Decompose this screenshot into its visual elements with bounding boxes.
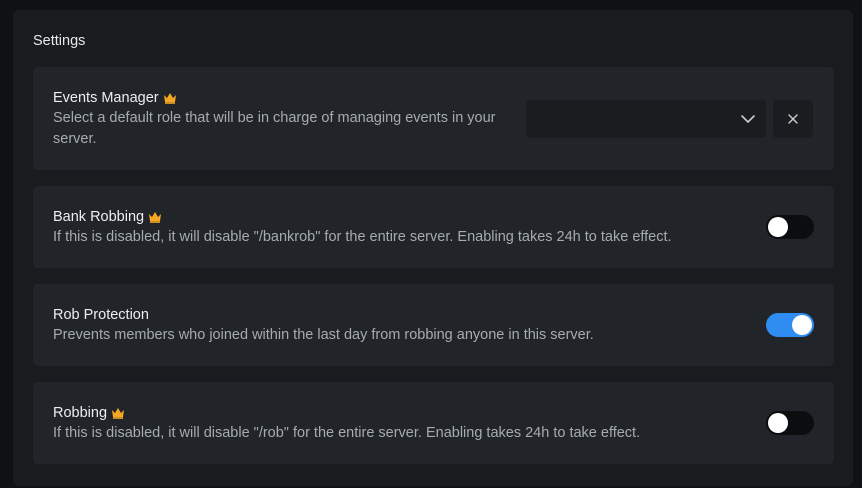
toggle-knob bbox=[768, 413, 788, 433]
setting-card-rob-protection: Rob Protection Prevents members who join… bbox=[33, 284, 834, 366]
chevron-down-icon bbox=[741, 115, 755, 123]
crown-icon bbox=[163, 93, 176, 104]
toggle-knob bbox=[768, 217, 788, 237]
rob-protection-toggle[interactable] bbox=[766, 313, 814, 337]
setting-description-rob-protection: Prevents members who joined within the l… bbox=[53, 327, 594, 343]
bank-robbing-toggle[interactable] bbox=[766, 215, 814, 239]
setting-card-robbing: Robbing If this is disabled, it will dis… bbox=[33, 382, 834, 464]
close-icon bbox=[788, 114, 798, 124]
setting-title-bank-robbing: Bank Robbing bbox=[53, 208, 162, 226]
setting-card-events-manager: Events Manager Select a default role tha… bbox=[33, 67, 834, 170]
role-select[interactable] bbox=[526, 100, 766, 138]
toggle-knob bbox=[792, 315, 812, 335]
robbing-toggle[interactable] bbox=[766, 411, 814, 435]
panel-title: Settings bbox=[33, 33, 86, 49]
setting-description-events-manager: Select a default role that will be in ch… bbox=[53, 110, 496, 147]
setting-title-rob-protection: Rob Protection bbox=[53, 306, 149, 324]
crown-icon bbox=[149, 212, 162, 223]
setting-description-bank-robbing: If this is disabled, it will disable "/b… bbox=[53, 229, 672, 245]
settings-panel: Settings Events Manager Select a default… bbox=[13, 10, 853, 486]
crown-icon bbox=[112, 408, 125, 419]
setting-title-label: Bank Robbing bbox=[53, 209, 145, 225]
setting-card-bank-robbing: Bank Robbing If this is disabled, it wil… bbox=[33, 186, 834, 268]
setting-title-label: Robbing bbox=[53, 405, 108, 421]
setting-title-events-manager: Events Manager bbox=[53, 89, 177, 107]
setting-title-label: Rob Protection bbox=[53, 307, 149, 323]
clear-role-button[interactable] bbox=[773, 100, 813, 138]
setting-description-robbing: If this is disabled, it will disable "/r… bbox=[53, 425, 641, 441]
setting-title-label: Events Manager bbox=[53, 90, 159, 106]
setting-title-robbing: Robbing bbox=[53, 404, 125, 422]
